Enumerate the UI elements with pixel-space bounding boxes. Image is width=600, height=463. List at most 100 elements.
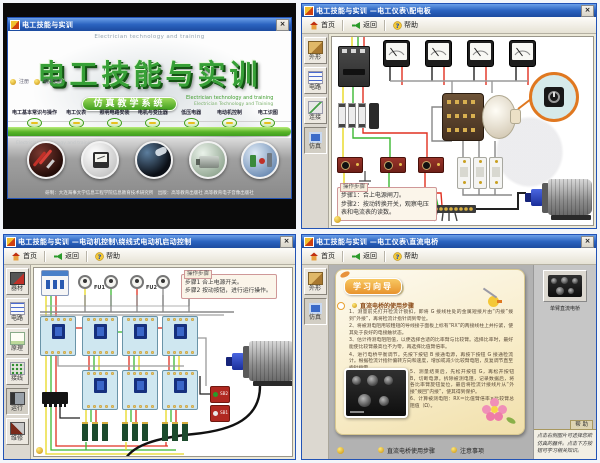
- window-title: 电工技能与实训 —电工仪表\配电板: [316, 6, 579, 16]
- analog-meter-1[interactable]: [383, 40, 410, 67]
- motor[interactable]: [226, 336, 293, 388]
- app-icon: [10, 20, 20, 30]
- resistor-bank[interactable]: [120, 422, 152, 442]
- help-button[interactable]: ?帮助: [390, 19, 421, 31]
- titlebar[interactable]: 电工技能与实训 —电动机控制\绕线式电动机启动控制 ×: [4, 235, 295, 248]
- photo-motor[interactable]: [189, 141, 227, 179]
- menu-item[interactable]: 电动机控制: [210, 109, 248, 128]
- sidebar-item-wiring[interactable]: 接线: [6, 358, 29, 385]
- motor[interactable]: [525, 175, 594, 221]
- splash-content: Electrician technology and training 电工技能…: [8, 31, 291, 198]
- sidebar-item-simulate[interactable]: 仿真: [304, 298, 327, 325]
- fuse-block[interactable]: [369, 103, 379, 129]
- photo-parts[interactable]: [241, 141, 279, 179]
- fuse-carrier[interactable]: [489, 157, 503, 189]
- english-subtitle: Electrician technology and training: [186, 95, 273, 101]
- contactor[interactable]: [122, 370, 158, 410]
- back-button[interactable]: 返回: [50, 250, 82, 262]
- contactor[interactable]: [162, 370, 198, 410]
- sidebar-item-equipment[interactable]: 器材: [6, 268, 29, 295]
- links-bar: 直流电桥使用步骤 注意事项: [329, 441, 533, 459]
- photo-meter[interactable]: [81, 141, 119, 179]
- credits: 研制：大连海事大学信息工程学院信息教育技术研究所 出版：高等教育出版社 高等教育…: [8, 190, 291, 196]
- screw-fuse[interactable]: [78, 275, 92, 289]
- current-transformer-1[interactable]: [337, 157, 363, 173]
- sidebar-item-simulate[interactable]: 仿真: [304, 127, 327, 154]
- register-button[interactable]: 注册: [10, 78, 29, 85]
- photo-component[interactable]: [135, 141, 173, 179]
- menu-item[interactable]: 电工基本常识与操作: [12, 109, 57, 128]
- toolbar: 首页 返回 ?帮助: [302, 248, 596, 265]
- english-subtitle-2: Electrician Technology and Training: [194, 102, 273, 107]
- pushbutton-station[interactable]: SB1: [210, 405, 230, 422]
- pliers-icon: [10, 422, 25, 435]
- screw-fuse[interactable]: [156, 275, 170, 289]
- sidebar-item-connect[interactable]: 连接: [304, 97, 327, 124]
- contactor[interactable]: [162, 316, 198, 356]
- circuit-breaker[interactable]: [41, 270, 69, 296]
- menu-item[interactable]: 低压电器: [172, 109, 210, 128]
- device-thumbnail-button[interactable]: [543, 270, 587, 302]
- home-button[interactable]: 首页: [306, 250, 338, 262]
- cam-switch-knob[interactable]: [510, 109, 521, 124]
- fuse[interactable]: [358, 103, 366, 128]
- fuse[interactable]: [348, 103, 356, 128]
- terminals-icon: [10, 362, 25, 375]
- contactor[interactable]: [40, 316, 76, 356]
- close-icon[interactable]: ×: [280, 236, 293, 248]
- fuse-carrier[interactable]: [457, 157, 471, 189]
- pushbutton-station[interactable]: SB2: [210, 386, 230, 403]
- close-icon[interactable]: ×: [581, 5, 594, 17]
- sidebar-item-appearance[interactable]: 外形: [304, 37, 327, 64]
- menu-item[interactable]: 电工识图: [249, 109, 287, 128]
- contactor[interactable]: [82, 316, 118, 356]
- home-button[interactable]: 首页: [8, 250, 40, 262]
- resistor-bank[interactable]: [160, 422, 192, 442]
- close-icon[interactable]: ×: [276, 19, 289, 31]
- home-button[interactable]: 首页: [306, 19, 338, 31]
- guide-steps-upper: 1、测量前先打开检流计锁扣，即将 G 接线柱处的金属短接片由“内接”拨到“外接”…: [349, 310, 513, 373]
- screw-fuse[interactable]: [104, 275, 118, 289]
- titlebar[interactable]: 电工技能与实训 ×: [8, 18, 291, 31]
- circuit-icon: [10, 302, 25, 315]
- back-button[interactable]: 返回: [348, 19, 380, 31]
- menu-item[interactable]: 电机与变压器: [134, 109, 172, 128]
- close-icon[interactable]: ×: [581, 236, 594, 248]
- sidebar-item-circuit[interactable]: 电路: [304, 67, 327, 94]
- fuse-carrier[interactable]: [473, 157, 487, 189]
- tools-icon: [10, 272, 25, 285]
- sidebar-item-principle[interactable]: 原理: [6, 328, 29, 355]
- analog-meter-3[interactable]: [467, 40, 494, 67]
- contactor[interactable]: [122, 316, 158, 356]
- cam-switch-body[interactable]: [442, 93, 484, 141]
- window-motor: 电工技能与实训 —电动机控制\绕线式电动机启动控制 × 首页 返回 ?帮助 器材…: [3, 234, 296, 460]
- analog-meter-4[interactable]: [509, 40, 536, 67]
- sidebar-item-repair[interactable]: 维修: [6, 418, 29, 445]
- menu-item[interactable]: 电工仪表: [57, 109, 95, 128]
- knife-switch-breaker[interactable]: [338, 46, 370, 87]
- menu-item[interactable]: 照明电路安装: [95, 109, 133, 128]
- current-transformer-2[interactable]: [380, 157, 406, 173]
- sidebar-item-appearance[interactable]: 外形: [304, 268, 327, 295]
- help-tab[interactable]: 帮 助: [570, 420, 593, 429]
- link-precautions[interactable]: 注意事项: [451, 446, 484, 455]
- link-usage-steps[interactable]: 直流电桥使用步骤: [378, 446, 435, 455]
- back-button[interactable]: 返回: [348, 250, 380, 262]
- sidebar-item-circuit[interactable]: 电路: [6, 298, 29, 325]
- analog-meter-2[interactable]: [425, 40, 452, 67]
- titlebar[interactable]: 电工技能与实训 —电工仪表\配电板 ×: [302, 4, 596, 17]
- sidebar-item-run[interactable]: 运行: [6, 388, 29, 415]
- current-transformer-3[interactable]: [418, 157, 444, 173]
- screw-fuse[interactable]: [130, 275, 144, 289]
- titlebar[interactable]: 电工技能与实训 —电工仪表\直流电桥 ×: [302, 235, 596, 248]
- help-button[interactable]: ?帮助: [390, 250, 421, 262]
- bullet-icon: [451, 447, 457, 453]
- info-button[interactable]: 相关信息: [34, 78, 63, 85]
- photo-tools[interactable]: [27, 141, 65, 179]
- resistor-bank[interactable]: [80, 422, 112, 442]
- help-button[interactable]: ?帮助: [92, 250, 123, 262]
- contactor[interactable]: [82, 370, 118, 410]
- fuse[interactable]: [338, 103, 346, 128]
- guide-right-panel: 单臂直流电桥 帮 助 点击右侧图片可选择您欲仿真的器件。点击下方按钮可学习相关知…: [533, 265, 596, 459]
- knife-switch[interactable]: [42, 392, 68, 404]
